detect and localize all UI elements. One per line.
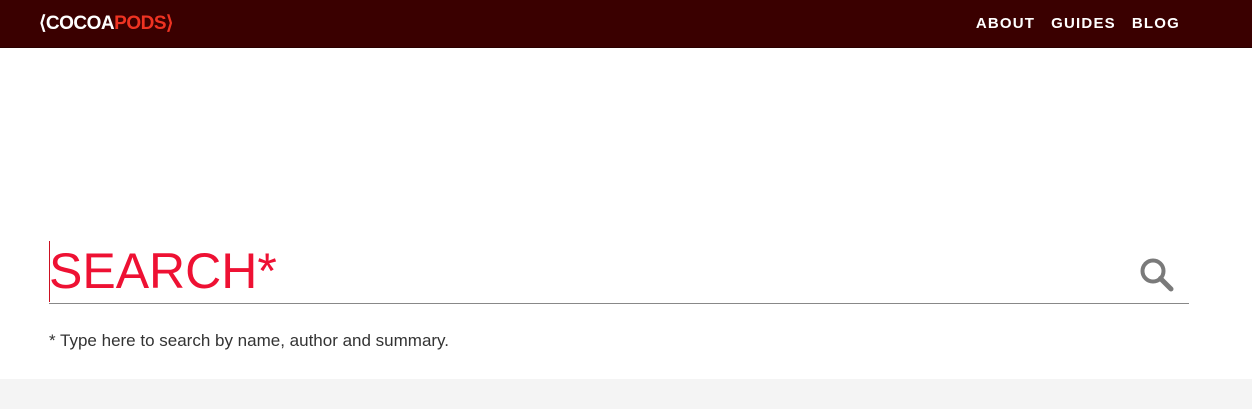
search-icon <box>1140 258 1174 292</box>
search-bar <box>49 240 1189 304</box>
top-navbar: ⟨ COCOA PODS ⟩ ABOUT GUIDES BLOG <box>0 0 1252 48</box>
page: ⟨ COCOA PODS ⟩ ABOUT GUIDES BLOG * Type … <box>0 0 1252 409</box>
footer-band <box>0 379 1252 409</box>
logo-close-bracket: ⟩ <box>166 13 173 34</box>
logo-open-bracket: ⟨ <box>39 13 46 34</box>
nav-blog-link[interactable]: BLOG <box>1132 14 1180 34</box>
nav-about-link[interactable]: ABOUT <box>976 14 1035 34</box>
search-hint: * Type here to search by name, author an… <box>49 331 450 350</box>
logo-pods-text: PODS <box>114 13 167 34</box>
nav-guides-link[interactable]: GUIDES <box>1051 14 1116 34</box>
main-nav: ABOUT GUIDES BLOG <box>976 14 1180 34</box>
search-input[interactable] <box>49 240 1119 302</box>
cocoapods-logo[interactable]: ⟨ COCOA PODS ⟩ <box>39 13 173 35</box>
search-button[interactable] <box>1139 257 1175 293</box>
logo-cocoa-text: COCOA <box>45 13 115 34</box>
